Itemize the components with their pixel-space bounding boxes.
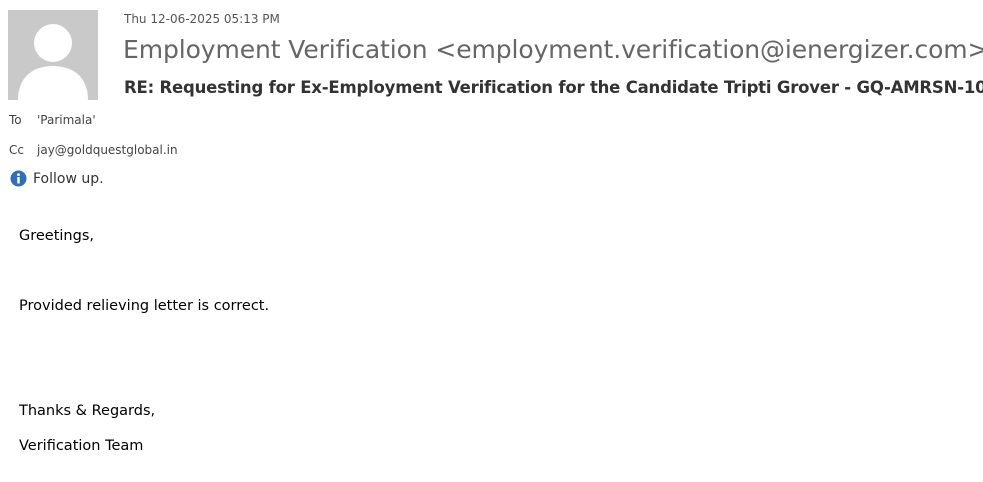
followup-flag: Follow up. bbox=[10, 170, 104, 187]
body-closing: Thanks & Regards, bbox=[19, 403, 156, 419]
body-greeting: Greetings, bbox=[19, 228, 94, 244]
email-reading-pane: Thu 12-06-2025 05:13 PM Employment Verif… bbox=[0, 0, 983, 482]
email-subject: RE: Requesting for Ex-Employment Verific… bbox=[124, 78, 983, 97]
cc-label: Cc bbox=[9, 143, 24, 157]
sent-date: Thu 12-06-2025 05:13 PM bbox=[124, 12, 280, 26]
info-icon bbox=[10, 170, 27, 187]
body-signature: Verification Team bbox=[19, 438, 144, 454]
to-label: To bbox=[9, 113, 22, 127]
body-message: Provided relieving letter is correct. bbox=[19, 298, 270, 314]
cc-recipient[interactable]: jay@goldquestglobal.in bbox=[37, 143, 178, 157]
person-silhouette-icon bbox=[8, 10, 98, 100]
sender-avatar bbox=[8, 10, 98, 100]
sender-name[interactable]: Employment Verification <employment.veri… bbox=[123, 35, 983, 64]
to-recipient[interactable]: 'Parimala' bbox=[37, 113, 96, 127]
followup-text: Follow up. bbox=[33, 170, 104, 187]
